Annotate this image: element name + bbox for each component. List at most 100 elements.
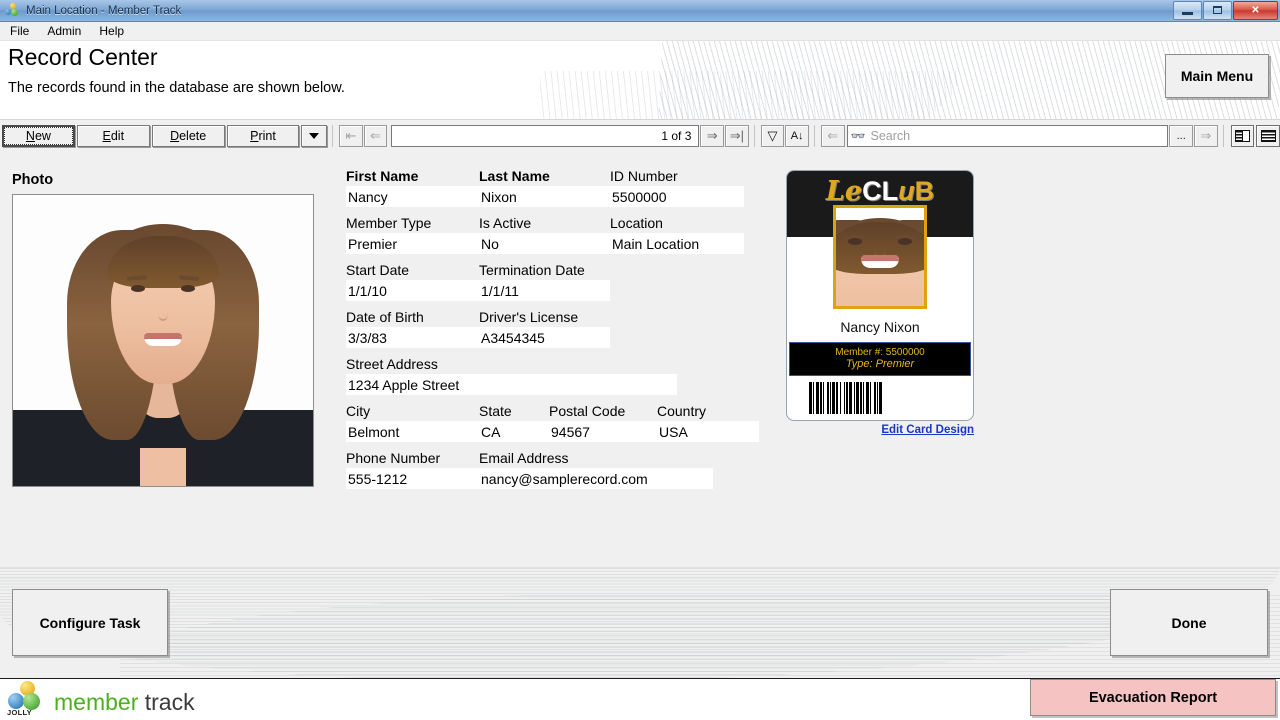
field-value[interactable]: 555-1212: [346, 468, 479, 489]
search-back-button[interactable]: ⇐: [820, 124, 845, 147]
product-name-track: track: [144, 689, 195, 715]
search-go-button[interactable]: ⇒: [1194, 124, 1218, 147]
search-input[interactable]: 👓 Search: [846, 124, 1169, 147]
toolbar-separator-4: [1222, 124, 1224, 147]
new-button[interactable]: New: [2, 124, 75, 147]
field-value[interactable]: Belmont: [346, 421, 479, 442]
field-value[interactable]: nancy@samplerecord.com: [479, 468, 713, 489]
product-name-member: member: [54, 689, 139, 715]
card-logo-b: B: [914, 176, 935, 206]
form-row-values: Nancy Nixon 5500000: [346, 186, 766, 207]
edit-button[interactable]: Edit: [76, 124, 150, 147]
form-row-values: 1234 Apple Street: [346, 374, 766, 395]
field-value[interactable]: CA: [479, 421, 549, 442]
app-icon: [4, 2, 20, 19]
form-row-values: Premier No Main Location: [346, 233, 766, 254]
form-row: Start Date Termination Date 1/1/10 1/1/11: [346, 262, 766, 301]
list-view-icon: [1260, 129, 1276, 142]
print-dropdown-button[interactable]: [301, 124, 328, 147]
search-options-button[interactable]: ...: [1169, 124, 1194, 147]
brand-logo: JOLLY member track: [6, 681, 195, 717]
menu-item-help[interactable]: Help: [91, 23, 132, 39]
field-value[interactable]: 3/3/83: [346, 327, 479, 348]
detail-view-icon: [1234, 129, 1250, 142]
toolbar-separator-2: [753, 124, 755, 147]
card-photo: [833, 205, 927, 309]
card-info-band: Member #: 5500000 Type: Premier: [789, 342, 971, 376]
card-logo: LeCLuB: [826, 176, 935, 206]
form-row-labels: Start Date Termination Date: [346, 262, 766, 280]
menu-item-admin[interactable]: Admin: [39, 23, 89, 39]
field-value[interactable]: Nixon: [479, 186, 610, 207]
field-label: City: [346, 403, 371, 419]
field-value[interactable]: Nancy: [346, 186, 479, 207]
field-value[interactable]: 94567: [549, 421, 657, 442]
form-row-values: Belmont CA 94567 USA: [346, 421, 766, 442]
main-menu-button[interactable]: Main Menu: [1165, 54, 1269, 98]
menu-item-file[interactable]: File: [2, 23, 37, 39]
delete-button[interactable]: Delete: [151, 124, 225, 147]
search-placeholder: Search: [870, 128, 911, 143]
form-row: Member Type Is Active Location Premier No Mai…: [346, 215, 766, 254]
field-label: Email Address: [479, 450, 569, 466]
form-row-labels: City State Postal Code Country: [346, 403, 766, 421]
field-label: Driver's License: [479, 309, 579, 325]
field-value[interactable]: 5500000: [610, 186, 744, 207]
edit-card-design-link[interactable]: Edit Card Design: [786, 421, 974, 436]
field-label: Is Active: [479, 215, 532, 231]
print-button[interactable]: Print: [226, 124, 300, 147]
field-label: Date of Birth: [346, 309, 424, 325]
close-button[interactable]: ✕: [1233, 0, 1278, 20]
toolbar-separator-3: [813, 124, 815, 147]
jolly-logo-icon: JOLLY: [6, 681, 50, 717]
id-card[interactable]: LeCLuB Nancy Nixon Member #: 5500000 Typ…: [786, 170, 974, 421]
sort-button[interactable]: A↓: [785, 124, 809, 147]
form-row: Phone Number Email Address 555-1212 nancy@s…: [346, 450, 766, 489]
next-record-button[interactable]: ⇒: [700, 124, 725, 147]
product-name: member track: [54, 691, 195, 717]
evacuation-report-button[interactable]: Evacuation Report: [1030, 679, 1276, 716]
field-label: Country: [657, 403, 707, 419]
field-label: Termination Date: [479, 262, 585, 278]
field-value[interactable]: 1/1/11: [479, 280, 610, 301]
field-label: State: [479, 403, 512, 419]
field-label: Postal Code: [549, 403, 626, 419]
filter-button[interactable]: ▽: [760, 124, 785, 147]
jolly-wordmark: JOLLY: [7, 708, 32, 717]
form-row-labels: Member Type Is Active Location: [346, 215, 766, 233]
field-value[interactable]: Main Location: [610, 233, 744, 254]
field-label: Location: [610, 215, 663, 231]
last-record-button[interactable]: ⇒|: [725, 124, 749, 147]
record-position-field[interactable]: 1 of 3: [391, 124, 700, 147]
field-value[interactable]: 1/1/10: [346, 280, 479, 301]
member-photo[interactable]: [12, 194, 314, 487]
field-label: Last Name: [479, 168, 550, 184]
minimize-button[interactable]: [1173, 0, 1202, 20]
print-button-label: Print: [250, 128, 276, 143]
list-view-button[interactable]: [1256, 124, 1280, 147]
previous-record-button[interactable]: ⇐: [363, 124, 388, 147]
first-record-button[interactable]: ⇤: [339, 124, 363, 147]
form-row: City State Postal Code Country Belmont CA 9456…: [346, 403, 766, 442]
maximize-button[interactable]: [1203, 0, 1232, 20]
field-label: First Name: [346, 168, 419, 184]
field-label: Street Address: [346, 356, 438, 372]
field-label: Start Date: [346, 262, 410, 278]
field-value[interactable]: Premier: [346, 233, 479, 254]
barcode-icon: [809, 382, 951, 414]
card-logo-u: u: [898, 176, 915, 206]
page-title: Record Center: [8, 44, 158, 70]
form-row-labels: Street Address: [346, 356, 766, 374]
field-label: ID Number: [610, 168, 678, 184]
done-button[interactable]: Done: [1110, 589, 1268, 656]
record-form: First Name Last Name ID Number Nancy Nixon 55…: [346, 168, 766, 497]
field-value[interactable]: A3454345: [479, 327, 610, 348]
field-label: Phone Number: [346, 450, 441, 466]
field-value[interactable]: USA: [657, 421, 759, 442]
form-row-labels: First Name Last Name ID Number: [346, 168, 766, 186]
field-value[interactable]: 1234 Apple Street: [346, 374, 677, 395]
field-value[interactable]: No: [479, 233, 610, 254]
configure-task-button[interactable]: Configure Task: [12, 589, 168, 656]
chevron-down-icon: [309, 132, 320, 139]
detail-view-button[interactable]: [1230, 124, 1255, 147]
